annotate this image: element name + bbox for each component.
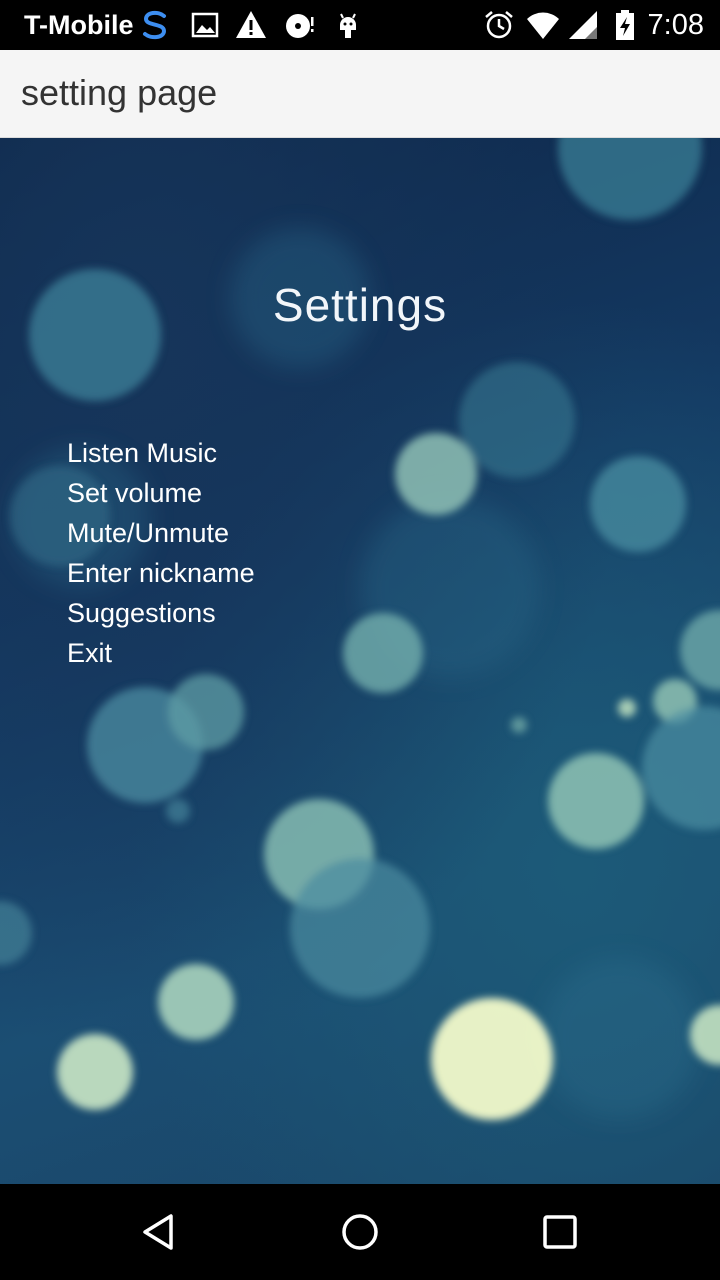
recents-icon[interactable] (540, 1212, 580, 1252)
back-icon[interactable] (140, 1212, 180, 1252)
status-bar: T-Mobile 7:08 (0, 0, 720, 50)
android-icon (331, 8, 365, 42)
settings-heading: Settings (272, 279, 448, 331)
sprint-s-icon (138, 8, 172, 42)
menu-item-enter-nickname[interactable]: Enter nickname (67, 553, 255, 593)
settings-screen: Settings Listen Music Set volume Mute/Un… (0, 138, 720, 1184)
navigation-bar (0, 1184, 720, 1280)
menu-item-exit[interactable]: Exit (67, 633, 255, 673)
menu-item-set-volume[interactable]: Set volume (67, 473, 255, 513)
signal-icon (566, 8, 600, 42)
warning-icon (234, 8, 268, 42)
settings-menu: Listen Music Set volume Mute/Unmute Ente… (67, 433, 255, 673)
image-icon (188, 8, 222, 42)
wifi-icon (526, 8, 560, 42)
app-bar: setting page (0, 50, 720, 138)
battery-icon (608, 8, 642, 42)
disc-icon (283, 8, 317, 42)
clock: 7:08 (647, 9, 704, 41)
home-icon[interactable] (340, 1212, 380, 1252)
app-title: setting page (21, 72, 218, 113)
carrier-name: T-Mobile (24, 10, 134, 40)
menu-item-listen-music[interactable]: Listen Music (67, 433, 255, 473)
menu-item-suggestions[interactable]: Suggestions (67, 593, 255, 633)
menu-item-mute-unmute[interactable]: Mute/Unmute (67, 513, 255, 553)
alarm-icon (482, 8, 516, 42)
